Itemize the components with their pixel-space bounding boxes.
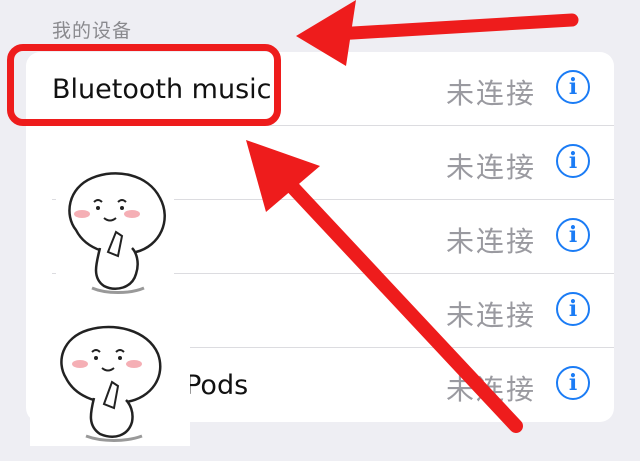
annotation-arrows [246,0,579,433]
annotation-arrow-top [296,0,579,66]
annotation-arrow-diagonal [246,140,523,433]
